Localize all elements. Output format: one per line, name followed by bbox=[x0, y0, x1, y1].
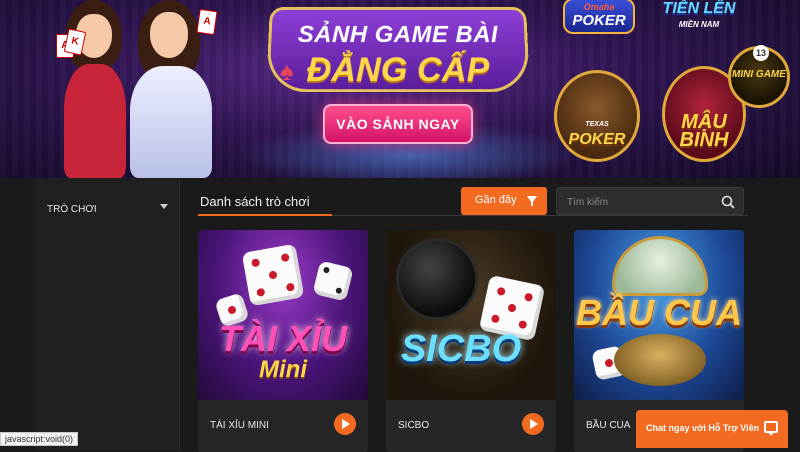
mau-binh-label: MẬU BINH bbox=[679, 111, 729, 151]
tien-len-label: TIẾN LÊN bbox=[662, 0, 736, 17]
tien-len-badge[interactable]: TIẾN LÊN MIỀN NAM bbox=[662, 0, 736, 40]
chat-bubble-icon bbox=[764, 421, 778, 436]
game-art-tai-xiu: TÀI XỈU Mini bbox=[198, 230, 368, 400]
sidebar-item-label: TRÒ CHƠI bbox=[47, 204, 97, 215]
game-card-footer: TÀI XỈU MINI bbox=[198, 400, 368, 452]
game-card-tai-xiu-mini[interactable]: TÀI XỈU Mini TÀI XỈU MINI bbox=[198, 230, 368, 452]
sort-dropdown-button[interactable]: Gần đây bbox=[461, 187, 547, 215]
search-icon[interactable] bbox=[721, 195, 735, 209]
browser-status-url: javascript:void(0) bbox=[0, 432, 79, 446]
support-chat-button[interactable]: Chat ngay với Hỗ Trợ Viên bbox=[636, 410, 788, 448]
game-art-bau-cua: BẦU CUA bbox=[574, 230, 744, 400]
game-art-title: TÀI XỈU bbox=[218, 318, 347, 359]
game-art-title: BẦU CUA bbox=[576, 292, 742, 333]
filter-icon-stem bbox=[531, 201, 533, 206]
game-art-title: SICBO bbox=[400, 328, 522, 370]
texas-poker-label-top: TEXAS bbox=[585, 121, 609, 128]
game-art-sicbo: SICBO bbox=[386, 230, 556, 400]
play-icon[interactable] bbox=[334, 413, 356, 435]
game-name: TÀI XỈU MINI bbox=[210, 420, 269, 431]
hero-banner: A K A SẢNH GAME BÀI ĐẲNG CẤP ♠ VÀO SẢNH … bbox=[0, 0, 800, 178]
section-title-underline bbox=[198, 214, 332, 216]
banner-title-line1: SẢNH GAME BÀI bbox=[297, 21, 499, 49]
texas-poker-badge[interactable]: TEXAS POKER bbox=[554, 70, 640, 162]
mini-game-number: 13 bbox=[753, 45, 769, 61]
omaha-poker-label: POKER bbox=[572, 12, 626, 29]
omaha-poker-label-top: Omaha bbox=[583, 2, 615, 12]
game-card-footer: SICBO bbox=[386, 400, 556, 452]
chevron-down-icon bbox=[160, 204, 168, 209]
enter-lobby-button[interactable]: VÀO SẢNH NGAY bbox=[323, 104, 473, 144]
mini-game-label: MINI GAME bbox=[732, 69, 786, 80]
search-box bbox=[556, 187, 744, 215]
sort-dropdown-label: Gần đây bbox=[475, 194, 517, 206]
game-art-subtitle: Mini bbox=[259, 356, 307, 383]
sidebar-item-games[interactable]: TRÒ CHƠI bbox=[47, 199, 172, 215]
texas-poker-label: POKER bbox=[568, 131, 626, 148]
game-card-sicbo[interactable]: SICBO SICBO bbox=[386, 230, 556, 452]
omaha-poker-badge[interactable]: Omaha POKER bbox=[563, 0, 635, 34]
support-chat-label: Chat ngay với Hỗ Trợ Viên bbox=[646, 423, 760, 433]
play-icon[interactable] bbox=[522, 413, 544, 435]
mini-game-badge[interactable]: 13 MINI GAME bbox=[728, 45, 790, 108]
game-name: BẦU CUA bbox=[586, 420, 631, 431]
banner-title-line2: ĐẲNG CẤP bbox=[306, 50, 490, 90]
spade-icon: ♠ bbox=[280, 56, 294, 86]
search-input[interactable] bbox=[567, 193, 717, 211]
sidebar: TRÒ CHƠI bbox=[35, 178, 180, 450]
tien-len-sublabel: MIỀN NAM bbox=[678, 20, 720, 29]
banner-character-right: A bbox=[120, 0, 220, 178]
banner-title: SẢNH GAME BÀI ĐẲNG CẤP bbox=[266, 7, 530, 93]
game-name: SICBO bbox=[398, 420, 430, 431]
section-title: Danh sách trò chơi bbox=[200, 194, 310, 209]
